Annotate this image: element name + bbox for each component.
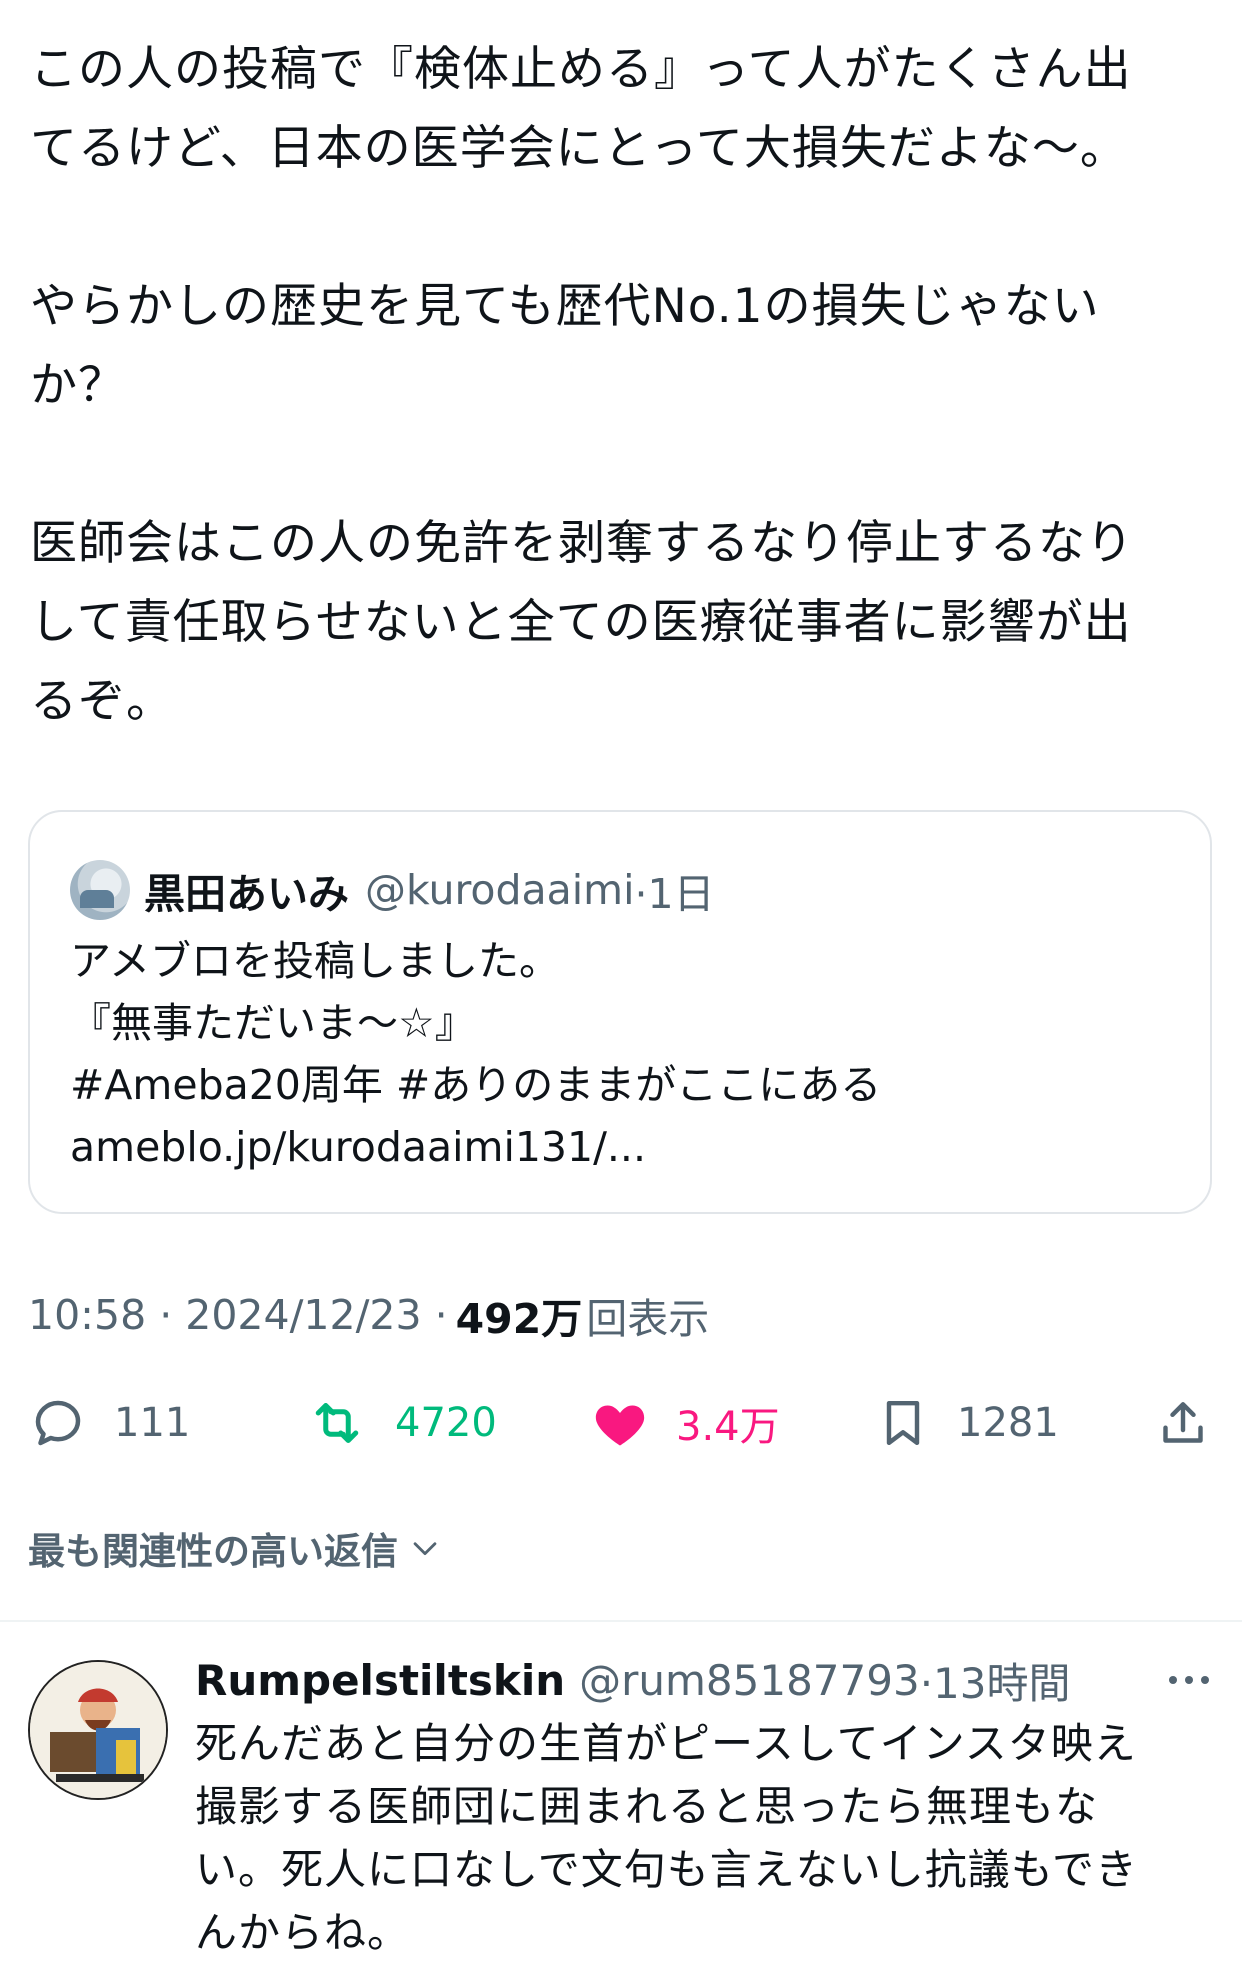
reply-author-name[interactable]: Rumpelstiltskin	[195, 1656, 565, 1705]
bookmark-count: 1281	[957, 1400, 1059, 1446]
quoted-author-handle[interactable]: @kurodaaimi	[365, 866, 635, 914]
post-text: この人の投稿で『検体止める』って人がたくさん出 てるけど、日本の医学会にとって大…	[30, 42, 1134, 729]
quoted-post-line: 『無事ただいま〜☆』	[70, 999, 476, 1047]
views-count: 492万	[455, 1295, 583, 1343]
reply-icon	[35, 1400, 81, 1446]
avatar-illustration	[30, 1662, 166, 1798]
quoted-post-link[interactable]: ameblo.jp/kurodaaimi131/...	[70, 1116, 646, 1178]
reply-text: 死んだあと自分の生首がピースしてインスタ映え 撮影する医師団に囲まれると思ったら…	[195, 1719, 1139, 1957]
like-count: 3.4万	[676, 1404, 780, 1450]
quoted-author-name[interactable]: 黒田あいみ	[144, 860, 349, 920]
reply-sort-label: 最も関連性の高い返信	[28, 1530, 398, 1573]
heart-icon	[595, 1405, 645, 1446]
reply-button[interactable]: 111	[28, 1388, 190, 1458]
action-bar: 111 4720 3.4万 1281	[0, 1388, 1242, 1458]
repost-icon	[315, 1403, 359, 1443]
reply-sort-dropdown[interactable]: 最も関連性の高い返信	[28, 1518, 442, 1578]
repost-button[interactable]: 4720	[305, 1388, 497, 1458]
more-options-icon[interactable]	[1165, 1665, 1213, 1695]
quoted-post-line: アメブロを投稿しました。	[70, 937, 560, 985]
quoted-post-header: 黒田あいみ @kurodaaimi ·1日	[70, 860, 715, 920]
reply-count: 111	[114, 1400, 191, 1446]
repost-count: 4720	[395, 1400, 497, 1446]
bookmark-button[interactable]: 1281	[875, 1388, 1059, 1458]
chevron-down-icon	[413, 1542, 437, 1556]
like-button[interactable]: 3.4万	[590, 1388, 780, 1458]
quoted-author-avatar[interactable]	[70, 860, 130, 920]
quoted-post-time: ·1日	[634, 870, 715, 918]
share-icon	[1163, 1402, 1203, 1443]
reply-header: Rumpelstiltskin @rum85187793 ·13時間	[195, 1650, 1071, 1710]
share-button[interactable]	[1155, 1388, 1237, 1458]
reply-author-avatar[interactable]	[28, 1660, 168, 1800]
reply-author-handle[interactable]: @rum85187793	[579, 1656, 920, 1705]
divider	[0, 1620, 1242, 1622]
post-timestamp[interactable]: 10:58 · 2024/12/23 ·	[28, 1291, 448, 1339]
quoted-post-card[interactable]: 黒田あいみ @kurodaaimi ·1日 アメブロを投稿しました。 『無事ただ…	[28, 810, 1212, 1214]
views-label: 回表示	[586, 1295, 710, 1343]
post-meta: 10:58 · 2024/12/23 · 492万 回表示	[28, 1285, 709, 1345]
reply-time: ·13時間	[919, 1658, 1071, 1708]
bookmark-icon	[886, 1400, 920, 1446]
quoted-post-hashtags[interactable]: #Ameba20周年 #ありのままがここにある	[70, 1054, 881, 1116]
